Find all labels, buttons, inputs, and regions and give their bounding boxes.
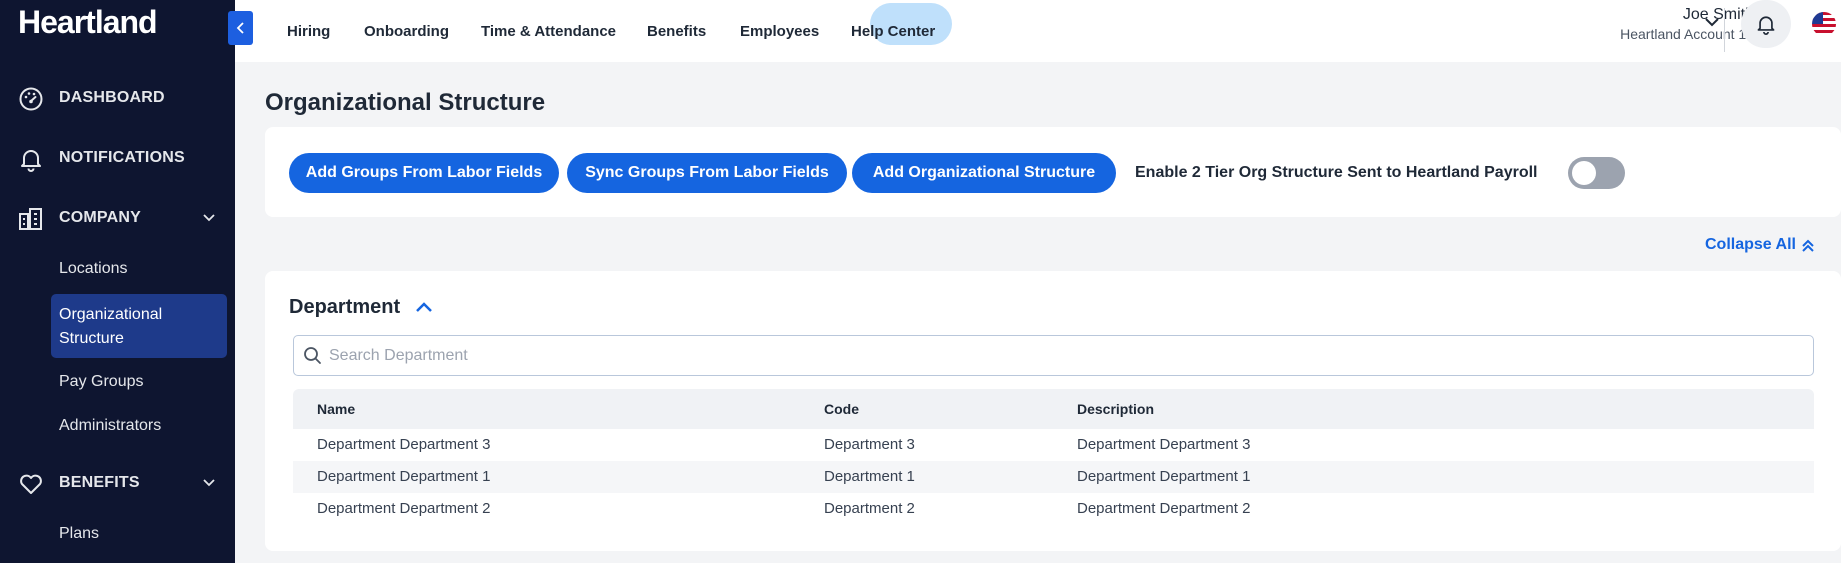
department-title: Department bbox=[289, 296, 401, 318]
table-header: Name Code Description bbox=[293, 389, 1814, 429]
chevron-down-icon[interactable] bbox=[1704, 15, 1720, 29]
page-title: Organizational Structure bbox=[265, 89, 546, 116]
search-department-input[interactable] bbox=[329, 342, 1799, 370]
heartland-logo[interactable]: Heartland bbox=[18, 4, 158, 41]
sidebar-item-plans[interactable]: Plans bbox=[59, 525, 99, 543]
cell-code: Department 2 bbox=[824, 500, 915, 517]
us-flag-icon[interactable] bbox=[1812, 12, 1836, 36]
cell-description: Department Department 1 bbox=[1077, 468, 1251, 485]
toggle-knob bbox=[1572, 161, 1596, 185]
sidebar-item-label: COMPANY bbox=[59, 209, 141, 226]
sidebar-item-label: BENEFITS bbox=[59, 474, 140, 491]
sidebar-item-notifications[interactable]: NOTIFICATIONS bbox=[0, 138, 235, 178]
sidebar-item-administrators[interactable]: Administrators bbox=[59, 417, 161, 435]
cell-description: Department Department 3 bbox=[1077, 436, 1251, 453]
table-row[interactable]: Department Department 2 Department 2 Dep… bbox=[293, 493, 1814, 525]
collapse-sidebar-button[interactable] bbox=[228, 11, 253, 45]
sidebar-item-label: DASHBOARD bbox=[59, 89, 165, 106]
sidebar-item-benefits[interactable]: BENEFITS bbox=[0, 463, 235, 503]
search-icon bbox=[304, 347, 321, 364]
sidebar-item-company[interactable]: COMPANY bbox=[0, 198, 235, 238]
tab-hiring[interactable]: Hiring bbox=[287, 23, 330, 40]
tab-onboarding[interactable]: Onboarding bbox=[364, 23, 449, 40]
divider bbox=[1724, 8, 1725, 52]
cell-description: Department Department 2 bbox=[1077, 500, 1251, 517]
sidebar-item-dashboard[interactable]: DASHBOARD bbox=[0, 78, 235, 118]
cell-name: Department Department 2 bbox=[317, 500, 491, 517]
cell-name: Department Department 1 bbox=[317, 468, 491, 485]
table-row[interactable]: Department Department 3 Department 3 Dep… bbox=[293, 429, 1814, 461]
tab-help-center[interactable]: Help Center bbox=[851, 23, 935, 40]
top-bar: Hiring Onboarding Time & Attendance Bene… bbox=[235, 0, 1841, 62]
column-header-description[interactable]: Description bbox=[1077, 401, 1154, 417]
column-header-code[interactable]: Code bbox=[824, 401, 859, 417]
collapse-all-label: Collapse All bbox=[1705, 236, 1796, 253]
sidebar: Heartland DASHBOARD NOTIFICATIONS COMPAN… bbox=[0, 0, 235, 563]
bell-icon bbox=[21, 150, 41, 172]
tab-employees[interactable]: Employees bbox=[740, 23, 819, 40]
enable-2-tier-label: Enable 2 Tier Org Structure Sent to Hear… bbox=[1135, 164, 1538, 181]
column-header-name[interactable]: Name bbox=[317, 401, 355, 417]
building-icon bbox=[19, 208, 42, 230]
add-groups-button[interactable]: Add Groups From Labor Fields bbox=[289, 153, 559, 193]
cell-name: Department Department 3 bbox=[317, 436, 491, 453]
notifications-button[interactable] bbox=[1741, 0, 1791, 48]
tab-benefits[interactable]: Benefits bbox=[647, 23, 706, 40]
cell-code: Department 3 bbox=[824, 436, 915, 453]
search-box bbox=[293, 335, 1814, 376]
gauge-icon bbox=[19, 87, 43, 111]
chevron-down-icon bbox=[203, 214, 215, 222]
department-card: Department Name Code Description Departm… bbox=[265, 271, 1841, 551]
cell-code: Department 1 bbox=[824, 468, 915, 485]
tab-time-attendance[interactable]: Time & Attendance bbox=[481, 23, 616, 40]
chevron-up-icon[interactable] bbox=[414, 298, 434, 316]
sidebar-item-label: NOTIFICATIONS bbox=[59, 149, 185, 166]
sync-groups-button[interactable]: Sync Groups From Labor Fields bbox=[567, 153, 847, 193]
double-chevron-up-icon bbox=[1802, 239, 1814, 252]
sidebar-item-locations[interactable]: Locations bbox=[59, 260, 128, 278]
user-name[interactable]: Joe Smith bbox=[1616, 6, 1754, 24]
table-row[interactable]: Department Department 1 Department 1 Dep… bbox=[293, 461, 1814, 493]
chevron-left-icon bbox=[236, 22, 244, 34]
sidebar-item-pay-groups[interactable]: Pay Groups bbox=[59, 373, 143, 391]
chevron-down-icon bbox=[203, 479, 215, 487]
actions-card: Add Groups From Labor Fields Sync Groups… bbox=[265, 127, 1841, 217]
add-organizational-structure-button[interactable]: Add Organizational Structure bbox=[852, 153, 1116, 193]
bell-icon bbox=[1757, 16, 1775, 35]
sidebar-item-organizational-structure[interactable]: Organizational Structure bbox=[51, 294, 227, 358]
enable-2-tier-toggle[interactable] bbox=[1568, 157, 1625, 189]
heart-icon bbox=[20, 474, 42, 494]
collapse-all-link[interactable]: Collapse All bbox=[1705, 236, 1816, 254]
